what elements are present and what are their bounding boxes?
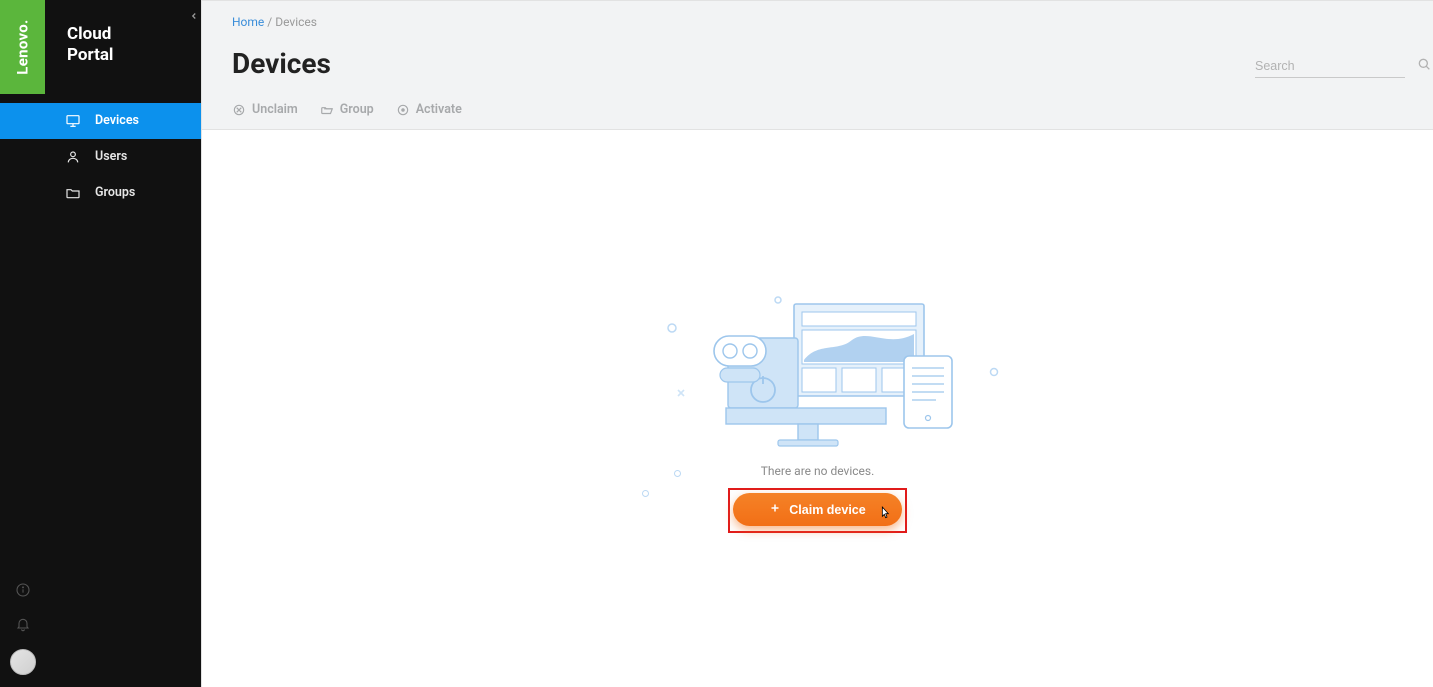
monitor-icon xyxy=(65,113,81,129)
sidebar-item-label: Users xyxy=(95,149,127,164)
content: There are no devices. Claim device xyxy=(202,130,1433,687)
activate-icon xyxy=(396,103,410,117)
breadcrumb: Home / Devices xyxy=(232,15,1403,29)
brand-title-line2: Portal xyxy=(67,45,201,66)
unclaim-label: Unclaim xyxy=(252,102,298,117)
page-title: Devices xyxy=(232,47,1403,80)
bell-icon[interactable] xyxy=(14,615,32,633)
search-icon[interactable] xyxy=(1416,56,1432,76)
search-wrap xyxy=(1255,55,1405,78)
empty-message: There are no devices. xyxy=(761,464,874,478)
main: Home / Devices Devices Unclaim Group xyxy=(201,0,1433,687)
claim-highlight: Claim device xyxy=(728,488,906,533)
avatar[interactable] xyxy=(10,649,36,675)
group-label: Group xyxy=(340,102,374,117)
collapse-sidebar-button[interactable] xyxy=(186,8,202,24)
bubble-icon xyxy=(642,490,649,497)
activate-button[interactable]: Activate xyxy=(396,102,462,117)
toolbar: Unclaim Group Activate xyxy=(232,102,1403,117)
sidebar: Cloud Portal Devices Users Groups xyxy=(45,0,201,687)
empty-illustration xyxy=(618,290,1018,450)
sidebar-item-users[interactable]: Users xyxy=(45,139,201,175)
sidebar-item-label: Groups xyxy=(95,185,135,200)
sidebar-item-label: Devices xyxy=(95,113,139,128)
sidebar-nav: Devices Users Groups xyxy=(45,103,201,211)
top-bar: Home / Devices Devices Unclaim Group xyxy=(202,0,1433,130)
plus-icon xyxy=(769,502,781,517)
search-input[interactable] xyxy=(1255,55,1416,77)
folder-icon xyxy=(65,185,81,201)
folder-open-icon xyxy=(320,103,334,117)
info-icon[interactable] xyxy=(14,581,32,599)
unclaim-icon xyxy=(232,103,246,117)
bubble-icon xyxy=(674,470,681,477)
claim-device-button[interactable]: Claim device xyxy=(733,493,901,526)
brand-logo-text: Lenovo. xyxy=(14,19,32,74)
rail-footer xyxy=(0,94,45,687)
brand-title-line1: Cloud xyxy=(67,24,201,45)
sidebar-item-groups[interactable]: Groups xyxy=(45,175,201,211)
sidebar-item-devices[interactable]: Devices xyxy=(45,103,201,139)
breadcrumb-current: Devices xyxy=(275,15,317,29)
claim-device-label: Claim device xyxy=(789,503,865,517)
activate-label: Activate xyxy=(416,102,462,117)
breadcrumb-home[interactable]: Home xyxy=(232,15,264,29)
group-button[interactable]: Group xyxy=(320,102,374,117)
unclaim-button[interactable]: Unclaim xyxy=(232,102,298,117)
brand-title: Cloud Portal xyxy=(45,0,201,67)
brand-logo: Lenovo. xyxy=(0,0,45,94)
user-icon xyxy=(65,149,81,165)
